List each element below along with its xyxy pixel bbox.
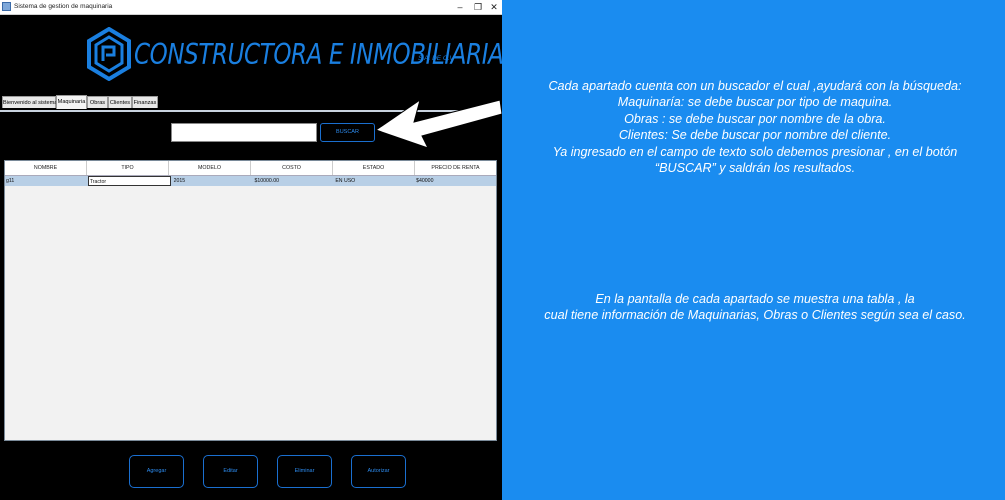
column-header-modelo[interactable]: MODELO	[169, 161, 251, 175]
cell-modelo[interactable]: 2015	[173, 176, 254, 186]
tab-clientes[interactable]: Clientes	[108, 96, 132, 108]
close-button[interactable]: ✕	[486, 0, 502, 14]
search-help-line: Maquinaría: se debe buscar por tipo de m…	[617, 95, 893, 110]
search-help-line: “BUSCAR” y saldrán los resultados.	[654, 161, 856, 176]
maximize-button[interactable]: ❐	[470, 0, 486, 14]
tab-maquinaria[interactable]: Maquinaria	[56, 95, 87, 109]
table-help-line: En la pantalla de cada apartado se muest…	[595, 292, 915, 306]
table-row[interactable]: g11 Tractor 2015 $10000.00 EN USO $40000	[5, 176, 496, 186]
search-help-line: Cada apartado cuenta con un buscador el …	[548, 79, 962, 93]
search-help-text: Cada apartado cuenta con un buscador el …	[508, 78, 1002, 176]
search-button[interactable]: BUSCAR	[320, 123, 375, 142]
column-header-nombre[interactable]: NOMBRE	[5, 161, 87, 175]
tab-obras[interactable]: Obras	[87, 96, 108, 108]
cell-estado[interactable]: EN USO	[334, 176, 415, 186]
tab-bienvenido[interactable]: Bienvenido al sistema	[2, 96, 57, 108]
header-banner: CONSTRUCTORA E INMOBILIARIA OLIVERA S.A.…	[0, 15, 502, 95]
minimize-button[interactable]: –	[452, 0, 468, 14]
table-help-line: cual tiene información de Maquinarias, O…	[544, 308, 966, 323]
window-title: Sistema de gestion de maquinaria	[14, 3, 113, 10]
tab-finanzas[interactable]: Finanzas	[132, 96, 158, 108]
add-button[interactable]: Agregar	[129, 455, 184, 488]
column-header-precio-renta[interactable]: PRECIO DE RENTA	[415, 161, 496, 175]
company-suffix: S.A. DE C.V	[418, 55, 454, 62]
delete-button[interactable]: Eliminar	[277, 455, 332, 488]
column-header-costo[interactable]: COSTO	[251, 161, 333, 175]
cell-precio-renta[interactable]: $40000	[415, 176, 496, 186]
column-header-tipo[interactable]: TIPO	[87, 161, 169, 175]
table-header: NOMBRE TIPO MODELO COSTO ESTADO PRECIO D…	[5, 161, 496, 176]
cell-tipo-editing[interactable]: Tractor	[87, 176, 171, 186]
column-header-estado[interactable]: ESTADO	[333, 161, 415, 175]
search-input[interactable]	[171, 123, 317, 142]
company-logo-icon	[87, 27, 131, 81]
cell-costo[interactable]: $10000.00	[253, 176, 334, 186]
authorize-button[interactable]: Autorizar	[351, 455, 406, 488]
pointer-arrow-icon	[376, 98, 502, 149]
search-help-line: Obras : se debe buscar por nombre de la …	[624, 111, 886, 126]
table-help-text: En la pantalla de cada apartado se muest…	[508, 291, 1002, 324]
search-help-line: Clientes: Se debe buscar por nombre del …	[618, 128, 892, 143]
machinery-table[interactable]: NOMBRE TIPO MODELO COSTO ESTADO PRECIO D…	[4, 160, 497, 441]
cell-nombre[interactable]: g11	[5, 176, 86, 186]
app-icon	[2, 2, 11, 11]
app-window: Sistema de gestion de maquinaria – ❐ ✕ C…	[0, 0, 502, 500]
search-help-line: Ya ingresado en el campo de texto solo d…	[552, 144, 958, 159]
edit-button[interactable]: Editar	[203, 455, 258, 488]
title-bar[interactable]: Sistema de gestion de maquinaria – ❐ ✕	[0, 0, 502, 15]
